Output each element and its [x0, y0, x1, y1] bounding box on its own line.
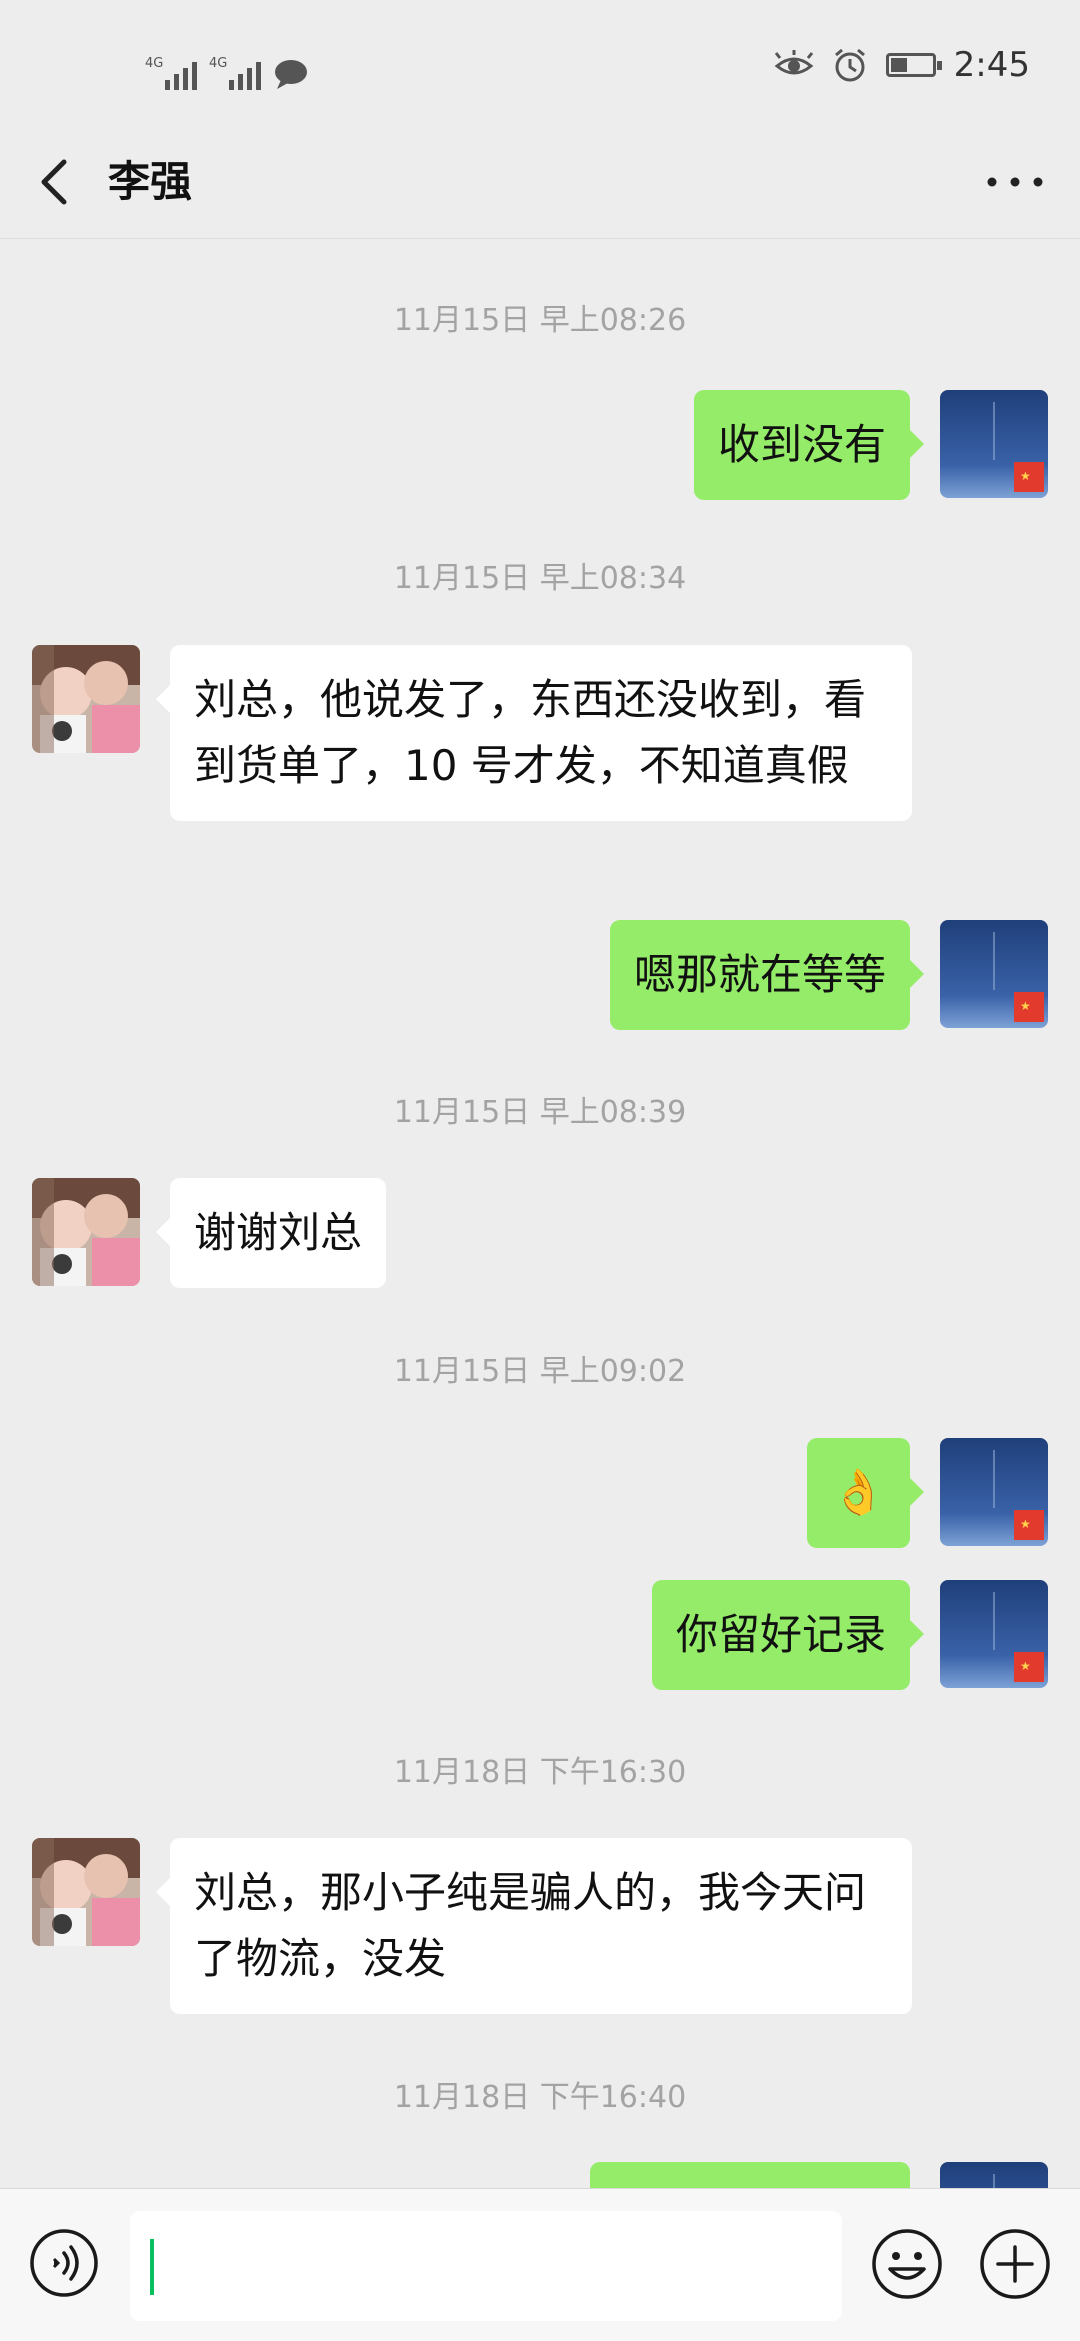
chat-bubble-icon — [275, 60, 307, 89]
timestamp: 11月18日 下午16:40 — [393, 2080, 687, 2115]
battery-icon — [885, 53, 942, 77]
alarm-icon — [834, 48, 865, 82]
signal-icon-2: 4G — [209, 56, 261, 90]
my-avatar[interactable] — [940, 1580, 1048, 1688]
status-left: 4G 4G — [145, 40, 309, 90]
message-bubble-sent[interactable]: 嗯那就在等等 — [609, 920, 925, 1030]
plus-icon[interactable] — [978, 2227, 1052, 2301]
timestamp: 11月18日 下午16:30 — [393, 1755, 687, 1790]
message-input[interactable] — [130, 2211, 842, 2321]
text-caret — [150, 2239, 154, 2295]
emoji-icon[interactable] — [870, 2227, 944, 2301]
signal-icon: 4G — [145, 56, 197, 90]
timestamp: 11月15日 早上08:34 — [393, 561, 687, 596]
chevron-left-icon[interactable] — [30, 152, 90, 212]
message-bubble-received[interactable]: 刘总，那小子纯是骗人的，我今天问了物流，没发 — [156, 1838, 912, 2014]
contact-avatar[interactable] — [32, 645, 140, 753]
clock: 2:45 — [953, 45, 1030, 85]
contact-avatar[interactable] — [32, 1838, 140, 1946]
network-type-2: 4G — [209, 56, 228, 71]
message-row-partial — [0, 2162, 1080, 2188]
network-type-1: 4G — [145, 56, 164, 71]
my-avatar[interactable] — [940, 390, 1048, 498]
timestamp: 11月15日 早上08:39 — [393, 1095, 687, 1130]
contact-avatar[interactable] — [32, 1178, 140, 1286]
message-bubble-sent[interactable]: 收到没有 — [693, 390, 925, 500]
message-bubble-emoji[interactable]: 👌 — [807, 1438, 924, 1548]
message-bubble-sent[interactable]: 你留好记录 — [651, 1580, 925, 1690]
eye-icon — [774, 50, 814, 75]
timestamp: 11月15日 早上08:26 — [393, 303, 687, 338]
my-avatar[interactable] — [940, 2162, 1048, 2188]
status-right: 2:45 — [774, 40, 1030, 90]
chat-title: 李强 — [108, 157, 193, 206]
status-bar: 4G 4G 2:45 — [0, 0, 1080, 130]
my-avatar[interactable] — [940, 920, 1048, 1028]
message-bubble-partial[interactable] — [590, 2162, 910, 2188]
chat-header: 李强 — [0, 130, 1080, 239]
my-avatar[interactable] — [940, 1438, 1048, 1546]
input-bar — [0, 2188, 1080, 2341]
timestamp: 11月15日 早上09:02 — [393, 1354, 687, 1389]
battery-fill — [890, 58, 907, 72]
voice-icon[interactable] — [28, 2227, 100, 2299]
message-bubble-received[interactable]: 谢谢刘总 — [155, 1178, 387, 1288]
more-dots-icon[interactable] — [980, 152, 1050, 212]
message-bubble-received[interactable]: 刘总，他说发了，东西还没收到，看到货单了，10 号才发，不知道真假 — [156, 645, 912, 821]
